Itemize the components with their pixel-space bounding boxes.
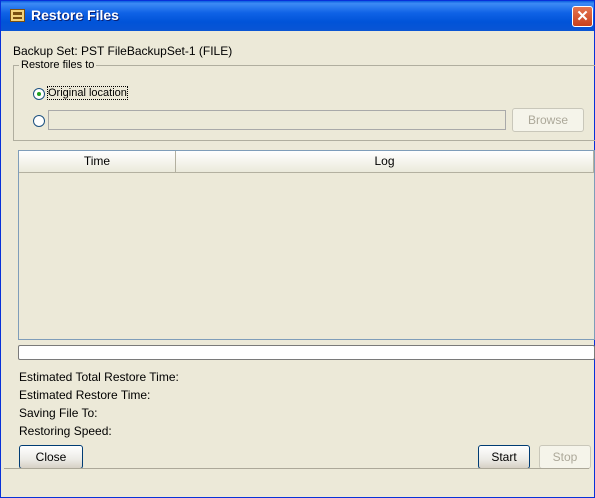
log-table[interactable]: Time Log xyxy=(18,150,595,340)
stop-button[interactable]: Stop xyxy=(539,445,591,469)
window-title: Restore Files xyxy=(31,7,119,23)
original-location-radio[interactable] xyxy=(33,88,45,100)
title-bar[interactable]: Restore Files ✕ xyxy=(1,1,594,31)
alternate-location-radio[interactable] xyxy=(33,115,45,127)
start-button[interactable]: Start xyxy=(478,445,530,469)
saving-file-to-label: Saving File To: xyxy=(19,406,98,420)
close-button[interactable]: Close xyxy=(19,445,83,469)
restore-files-to-legend: Restore files to xyxy=(19,59,97,71)
estimated-total-restore-time-label: Estimated Total Restore Time: xyxy=(19,370,179,384)
restore-progress-bar xyxy=(18,345,595,360)
backup-set-label: Backup Set: PST FileBackupSet-1 (FILE) xyxy=(13,44,233,58)
column-header-time[interactable]: Time xyxy=(19,151,176,173)
app-window-icon xyxy=(10,9,25,22)
browse-button[interactable]: Browse xyxy=(512,108,584,132)
alternate-location-input[interactable] xyxy=(48,110,506,130)
original-location-label[interactable]: Original location xyxy=(47,86,128,100)
column-header-log[interactable]: Log xyxy=(176,151,594,173)
status-bar xyxy=(4,468,589,494)
restoring-speed-label: Restoring Speed: xyxy=(19,424,112,438)
estimated-restore-time-label: Estimated Restore Time: xyxy=(19,388,151,402)
close-icon[interactable]: ✕ xyxy=(572,6,593,27)
